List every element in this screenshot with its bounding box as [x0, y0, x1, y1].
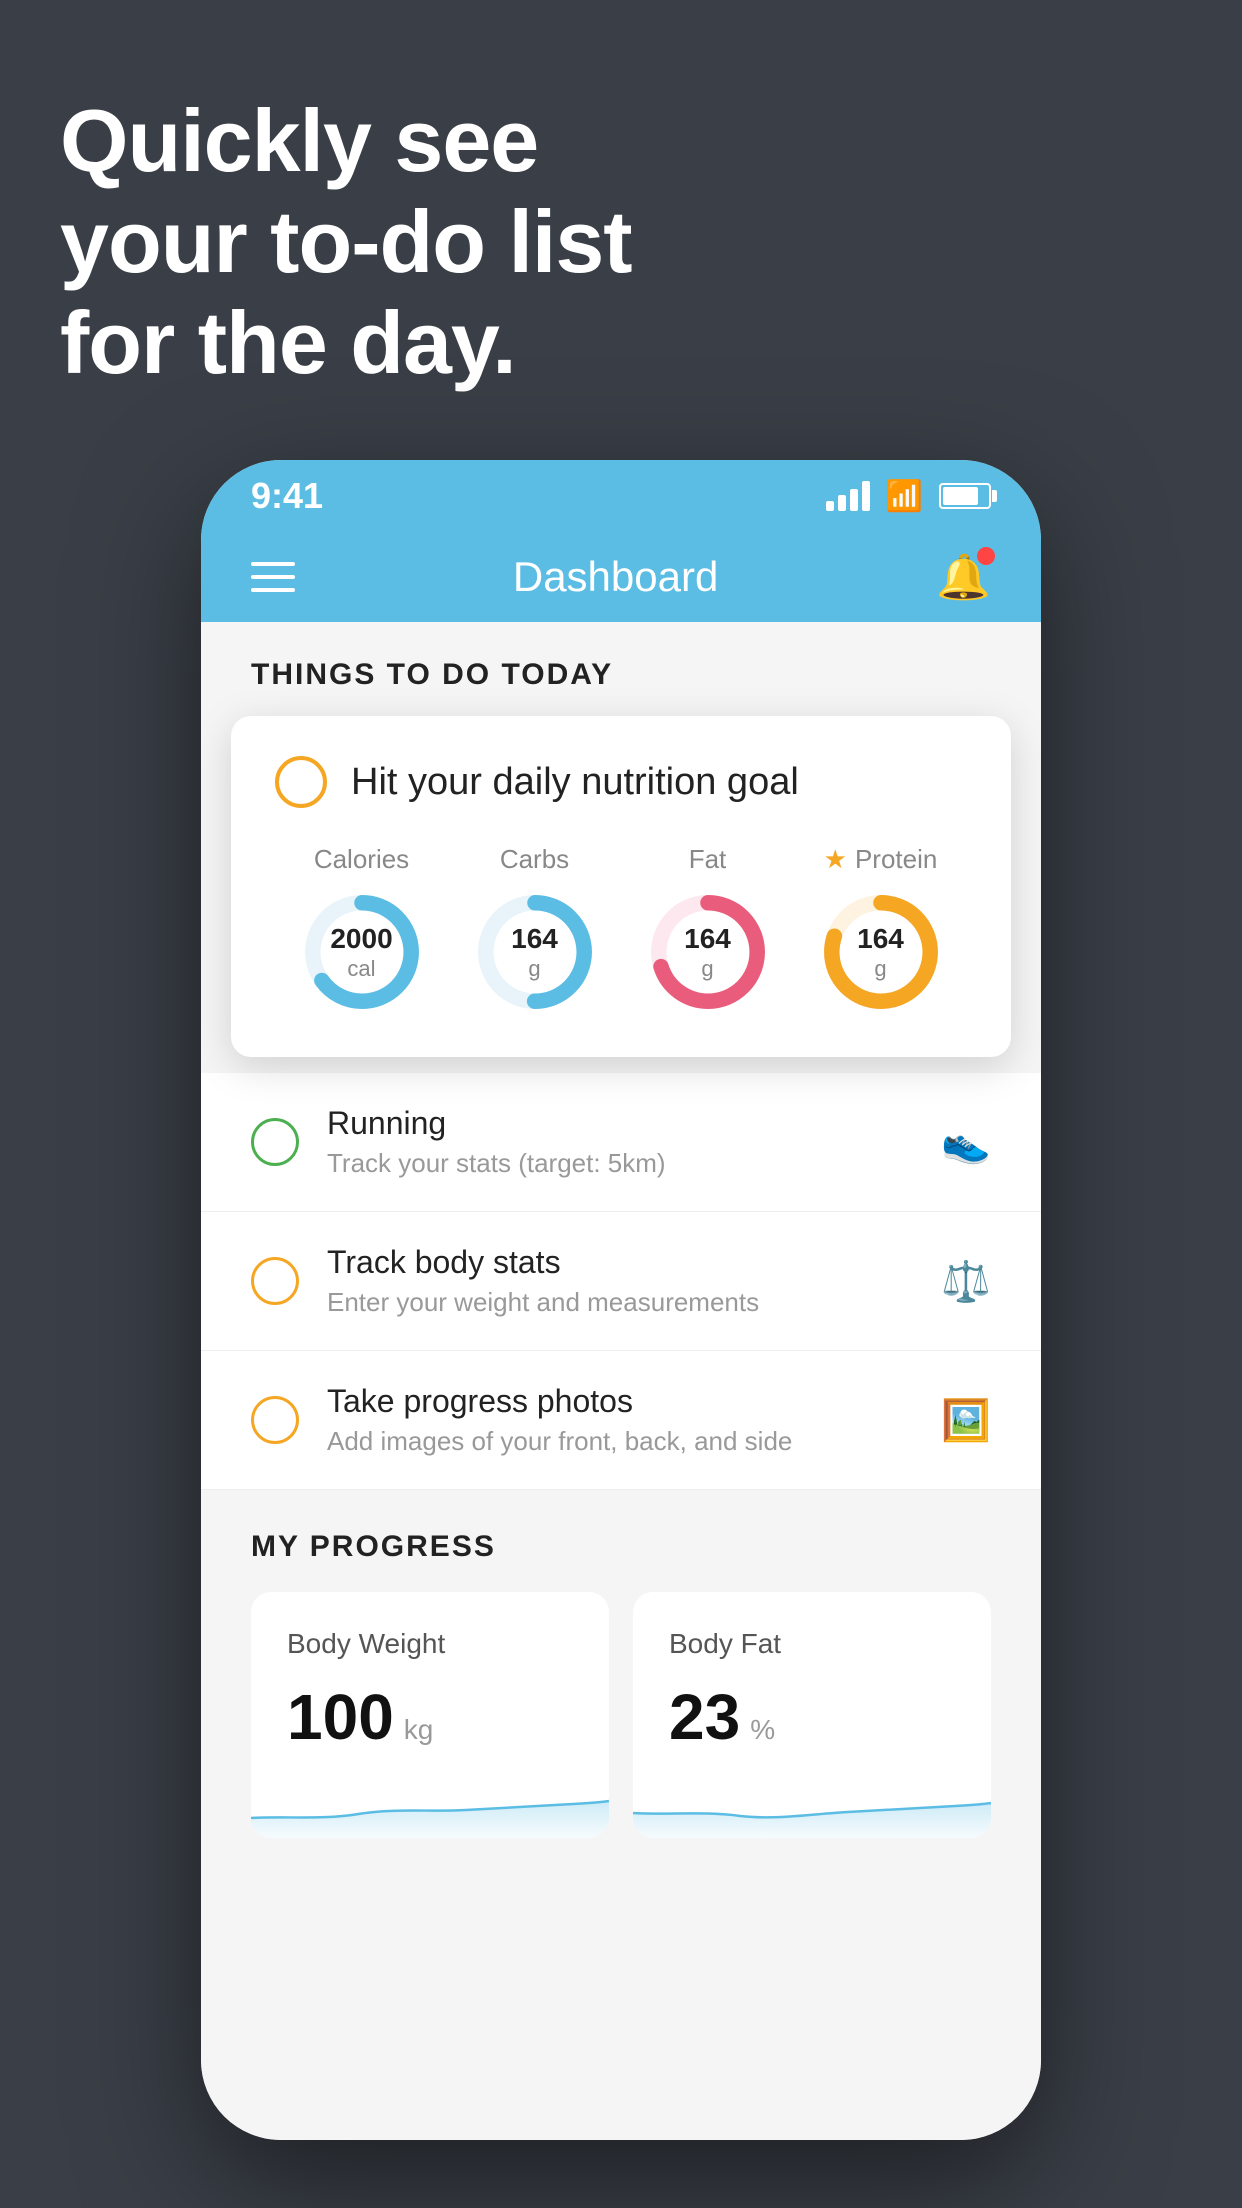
phone-shell: 9:41 📶 Dashboard 🔔: [201, 460, 1041, 2140]
carbs-label: Carbs: [500, 844, 569, 875]
carbs-value: 164: [511, 922, 558, 956]
body-fat-card-title: Body Fat: [669, 1628, 955, 1660]
body-weight-unit: kg: [404, 1714, 434, 1746]
nutrition-card-title: Hit your daily nutrition goal: [351, 761, 799, 804]
body-stats-text: Track body stats Enter your weight and m…: [327, 1244, 913, 1318]
portrait-icon: 🖼️: [941, 1397, 991, 1444]
fat-value: 164: [684, 922, 731, 956]
protein-value: 164: [857, 922, 904, 956]
body-weight-value-row: 100 kg: [287, 1680, 573, 1754]
photos-text: Take progress photos Add images of your …: [327, 1383, 913, 1457]
fat-unit: g: [684, 956, 731, 982]
todo-item-running[interactable]: Running Track your stats (target: 5km) 👟: [201, 1073, 1041, 1212]
progress-grid: Body Weight 100 kg: [251, 1592, 991, 1838]
calories-value: 2000: [330, 922, 392, 956]
notifications-button[interactable]: 🔔: [936, 551, 991, 603]
status-bar: 9:41 📶: [201, 460, 1041, 532]
app-content: THINGS TO DO TODAY Hit your daily nutrit…: [201, 622, 1041, 2140]
notification-badge: [977, 547, 995, 565]
body-weight-card-title: Body Weight: [287, 1628, 573, 1660]
protein-unit: g: [857, 956, 904, 982]
carbs-donut: 164 g: [470, 887, 600, 1017]
todo-list: Running Track your stats (target: 5km) 👟…: [201, 1073, 1041, 1490]
carbs-item: Carbs 164 g: [470, 844, 600, 1017]
calories-donut: 2000 cal: [297, 887, 427, 1017]
nutrition-card-header: Hit your daily nutrition goal: [275, 756, 967, 808]
status-icons: 📶: [826, 479, 991, 514]
progress-section: MY PROGRESS Body Weight 100 kg: [201, 1490, 1041, 1868]
nutrition-grid: Calories 2000 cal: [275, 844, 967, 1017]
body-stats-subtitle: Enter your weight and measurements: [327, 1287, 913, 1318]
progress-section-title: MY PROGRESS: [251, 1530, 991, 1564]
nav-bar: Dashboard 🔔: [201, 532, 1041, 622]
running-subtitle: Track your stats (target: 5km): [327, 1148, 913, 1179]
signal-icon: [826, 481, 870, 511]
photos-title: Take progress photos: [327, 1383, 913, 1420]
headline: Quickly see your to-do list for the day.: [60, 90, 632, 394]
photos-check-circle[interactable]: [251, 1396, 299, 1444]
things-section-header: THINGS TO DO TODAY: [201, 622, 1041, 716]
status-time: 9:41: [251, 475, 323, 517]
battery-icon: [939, 483, 991, 509]
body-stats-check-circle[interactable]: [251, 1257, 299, 1305]
body-stats-title: Track body stats: [327, 1244, 913, 1281]
fat-label: Fat: [689, 844, 727, 875]
calories-label: Calories: [314, 844, 409, 875]
body-fat-value: 23: [669, 1680, 740, 1754]
body-weight-value: 100: [287, 1680, 394, 1754]
protein-item: ★ Protein 164 g: [816, 844, 946, 1017]
phone-mockup: 9:41 📶 Dashboard 🔔: [201, 460, 1041, 2140]
running-check-circle[interactable]: [251, 1118, 299, 1166]
running-title: Running: [327, 1105, 913, 1142]
things-title: THINGS TO DO TODAY: [251, 658, 613, 691]
todo-item-photos[interactable]: Take progress photos Add images of your …: [201, 1351, 1041, 1490]
scale-icon: ⚖️: [941, 1258, 991, 1305]
body-fat-value-row: 23 %: [669, 1680, 955, 1754]
nav-title: Dashboard: [513, 553, 718, 601]
nutrition-check-circle[interactable]: [275, 756, 327, 808]
calories-item: Calories 2000 cal: [297, 844, 427, 1017]
wifi-icon: 📶: [886, 479, 923, 514]
body-weight-card[interactable]: Body Weight 100 kg: [251, 1592, 609, 1838]
body-fat-unit: %: [750, 1714, 775, 1746]
running-text: Running Track your stats (target: 5km): [327, 1105, 913, 1179]
body-weight-chart: [251, 1778, 609, 1838]
protein-donut: 164 g: [816, 887, 946, 1017]
menu-button[interactable]: [251, 562, 295, 592]
fat-item: Fat 164 g: [643, 844, 773, 1017]
todo-item-body-stats[interactable]: Track body stats Enter your weight and m…: [201, 1212, 1041, 1351]
fat-donut: 164 g: [643, 887, 773, 1017]
carbs-unit: g: [511, 956, 558, 982]
protein-label: Protein: [855, 844, 937, 875]
body-fat-card[interactable]: Body Fat 23 %: [633, 1592, 991, 1838]
star-icon: ★: [824, 844, 847, 875]
body-fat-chart: [633, 1778, 991, 1838]
calories-unit: cal: [330, 956, 392, 982]
shoe-icon: 👟: [941, 1119, 991, 1166]
nutrition-card[interactable]: Hit your daily nutrition goal Calories: [231, 716, 1011, 1057]
photos-subtitle: Add images of your front, back, and side: [327, 1426, 913, 1457]
